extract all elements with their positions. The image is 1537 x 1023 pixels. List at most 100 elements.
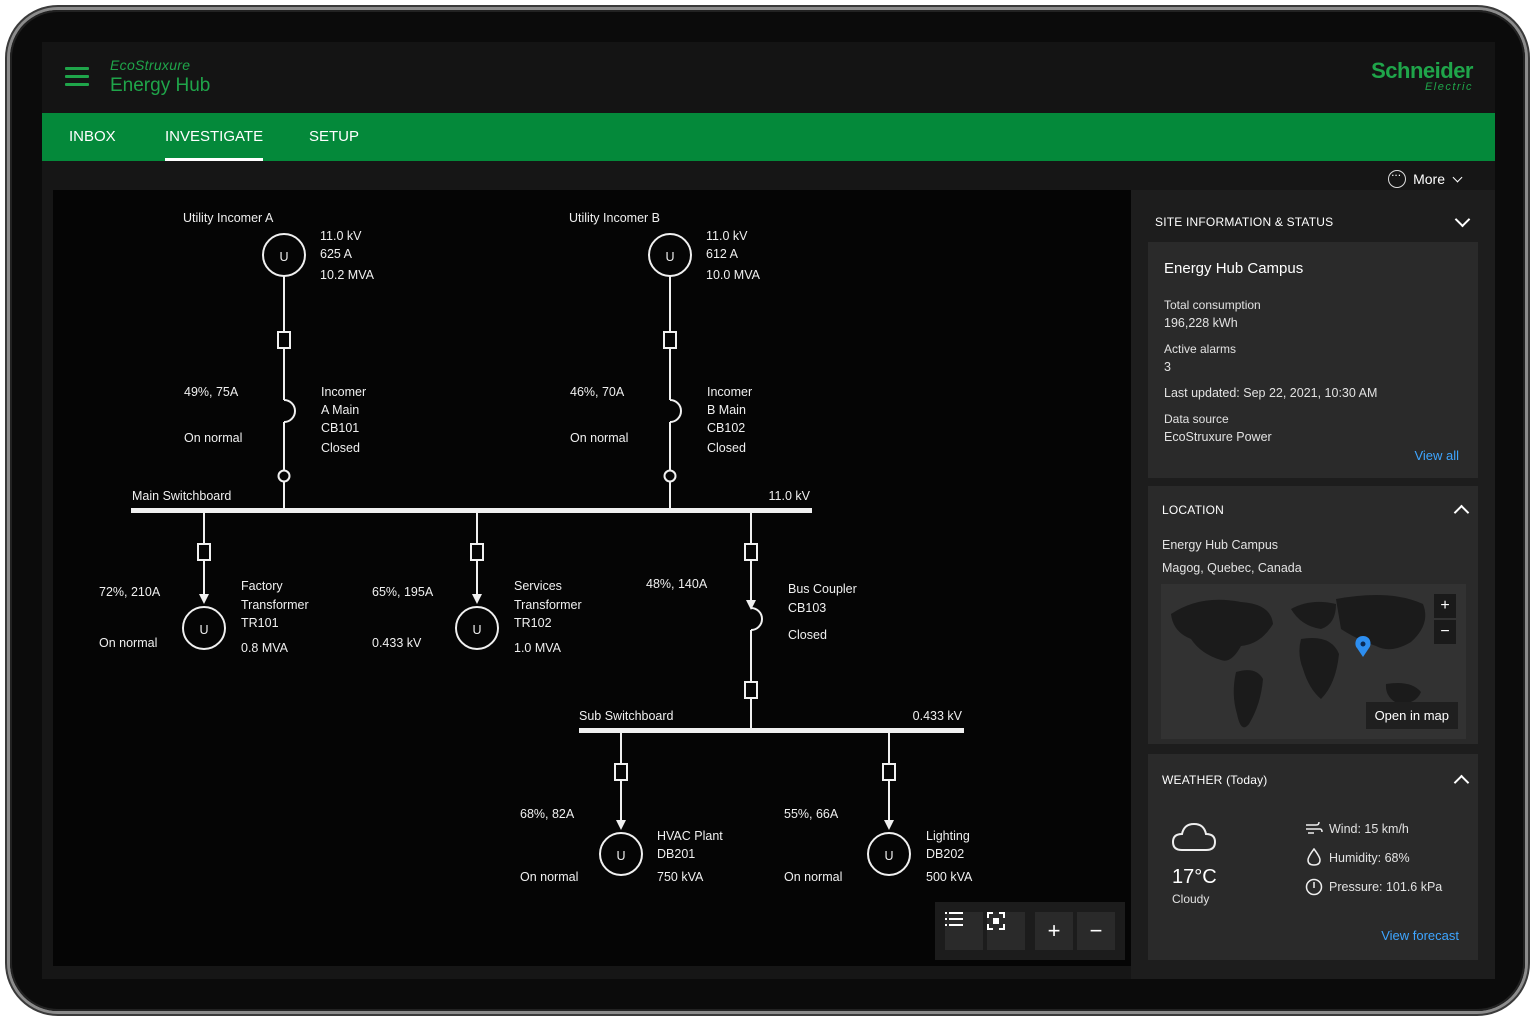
alarms-label: Active alarms [1164,342,1237,356]
incomer-a-current: 625 A [320,247,353,261]
incomer-a-breaker-l3: CB101 [321,421,359,435]
location-chevron-icon[interactable] [1453,504,1470,521]
incomer-b-title: Utility Incomer B [569,211,660,225]
bus-coupler-breaker[interactable] [750,607,763,631]
location-map[interactable]: + − Open in map [1161,584,1466,739]
incomer-a-voltage: 11.0 kV [320,229,362,243]
sub-switchboard-bus[interactable] [579,728,964,733]
consumption-label: Total consumption [1164,298,1261,312]
location-card: LOCATION Energy Hub Campus Magog, Quebec… [1148,486,1478,744]
tab-inbox[interactable]: INBOX [69,113,116,161]
incomer-a-power: 10.2 MVA [320,268,375,282]
factory-load: 72%, 210A [99,585,161,599]
factory-l2: Transformer [241,598,309,612]
services-load: 65%, 195A [372,585,434,599]
incomer-b-breaker[interactable] [669,399,682,423]
view-all-link[interactable]: View all [1414,448,1459,463]
temperature: 17°C [1172,866,1217,888]
hvac-state: On normal [520,870,578,884]
services-state: 0.433 kV [372,636,422,650]
list-view-button[interactable] [945,912,983,950]
services-l4: 1.0 MVA [514,641,562,655]
source-value: EcoStruxure Power [1164,430,1272,444]
lighting-l2: DB202 [926,847,964,861]
single-line-diagram[interactable]: Utility Incomer A U 11.0 kV 625 A 10.2 M… [53,190,1131,966]
main-switchboard-label: Main Switchboard [132,489,231,503]
weather-title-suffix: (Today) [1226,773,1268,787]
brand-line1: EcoStruxure [110,57,191,73]
factory-l4: 0.8 MVA [241,641,289,655]
hvac-l2: DB201 [657,847,695,861]
incomer-a-breaker-l4: Closed [321,441,360,455]
main-tabs: INBOX INVESTIGATE SETUP [42,113,1495,161]
brand-line2: Energy Hub [110,75,211,96]
last-updated: Last updated: Sep 22, 2021, 10:30 AM [1164,386,1378,400]
source-label: Data source [1164,412,1229,426]
incomer-a-breaker[interactable] [283,399,296,423]
map-zoom-out-button[interactable]: − [1434,620,1456,644]
hamburger-icon[interactable] [65,67,89,87]
map-pin-icon[interactable] [1355,636,1371,657]
factory-l1: Factory [241,579,283,593]
lighting-u-symbol: U [884,849,893,863]
hvac-l3: 750 kVA [657,870,704,884]
incomer-b-power: 10.0 MVA [706,268,761,282]
fit-screen-icon [987,912,1005,930]
list-icon [945,912,963,926]
incomer-b-breaker-l2: B Main [707,403,746,417]
app-logo: EcoStruxure Energy Hub [110,57,210,97]
incomer-a-symbol: U [279,250,288,264]
more-menu-button[interactable]: More [1388,165,1463,188]
pressure-icon [1305,878,1323,896]
consumption-value: 196,228 kWh [1164,316,1238,330]
map-zoom-in-button[interactable]: + [1434,594,1456,618]
coupler-l2: CB103 [788,601,826,615]
site-section-title: SITE INFORMATION & STATUS [1155,215,1334,229]
incomer-b-breaker-l4: Closed [707,441,746,455]
view-forecast-link[interactable]: View forecast [1381,928,1459,943]
incomer-a-load: 49%, 75A [184,385,239,399]
diagram-svg: Utility Incomer A U 11.0 kV 625 A 10.2 M… [99,211,973,884]
tab-investigate[interactable]: INVESTIGATE [165,113,264,161]
humidity-icon [1307,848,1321,866]
tab-setup[interactable]: SETUP [309,113,359,161]
incomer-b-voltage: 11.0 kV [706,229,748,243]
incomer-b-load: 46%, 70A [570,385,625,399]
open-in-map-button[interactable]: Open in map [1365,702,1458,729]
alarms-value: 3 [1164,360,1171,374]
factory-state: On normal [99,636,157,650]
plus-icon: + [1047,918,1061,943]
hvac-l1: HVAC Plant [657,829,723,843]
main-switchboard-bus[interactable] [131,508,812,513]
coupler-l1: Bus Coupler [788,582,857,596]
location-address: Magog, Quebec, Canada [1162,561,1302,575]
location-section-title: LOCATION [1162,503,1225,517]
diagram-toolbar: + − [935,902,1125,960]
services-l3: TR102 [514,616,552,630]
app-header: EcoStruxure Energy Hub Schneider Electri… [42,42,1495,113]
lighting-load: 55%, 66A [784,807,839,821]
incomer-b-breaker-l1: Incomer [707,385,752,399]
factory-symbol: U [199,623,208,637]
app-screen: EcoStruxure Energy Hub Schneider Electri… [42,42,1495,979]
more-dots-icon [1388,165,1407,188]
sub-switchboard-voltage: 0.433 kV [913,709,963,723]
incomer-b-symbol: U [665,250,674,264]
more-label: More [1413,171,1445,187]
hvac-u-symbol: U [616,849,625,863]
services-l1: Services [514,579,562,593]
zoom-out-button[interactable]: − [1077,912,1115,950]
site-section-chevron-icon[interactable] [1454,211,1471,228]
zoom-in-button[interactable]: + [1035,912,1073,950]
services-l2: Transformer [514,598,582,612]
weather-card: WEATHER (Today) 17°C Cloudy Wind: 15 km/… [1148,754,1478,960]
weather-chevron-icon[interactable] [1453,774,1470,791]
sub-switchboard-label: Sub Switchboard [579,709,674,723]
right-panel: SITE INFORMATION & STATUS Energy Hub Cam… [1131,190,1495,979]
incomer-a-title: Utility Incomer A [183,211,274,225]
fit-screen-button[interactable] [987,912,1025,950]
incomer-a-breaker-l2: A Main [321,403,359,417]
site-info-card: Energy Hub Campus Total consumption 196,… [1148,242,1478,478]
main-switchboard-voltage: 11.0 kV [769,489,811,503]
lighting-l3: 500 kVA [926,870,973,884]
